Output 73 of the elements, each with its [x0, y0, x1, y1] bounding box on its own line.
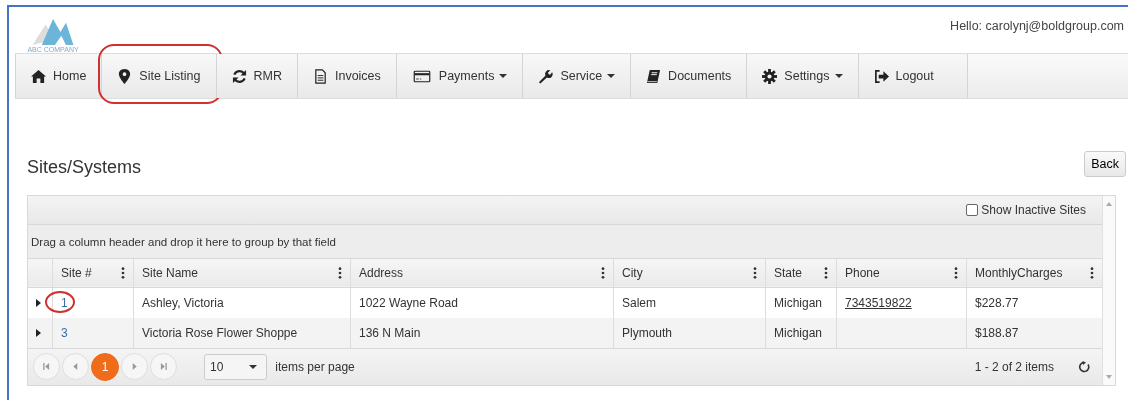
- column-header[interactable]: State: [765, 258, 837, 288]
- table-cell: Michigan: [765, 287, 837, 318]
- table-cell: Victoria Rose Flower Shoppe: [133, 317, 351, 348]
- expand-icon: [36, 298, 41, 307]
- column-menu-icon: [338, 266, 342, 279]
- pager-summary: 1 - 2 of 2 items: [974, 359, 1054, 374]
- map-pin-icon: [117, 68, 133, 84]
- table-cell: Plymouth: [613, 317, 766, 348]
- column-title: Address: [359, 265, 404, 280]
- document-icon: [312, 68, 328, 84]
- credit-card-icon: [411, 68, 432, 84]
- scroll-up-icon: [1106, 202, 1112, 206]
- refresh-icon: [1078, 360, 1090, 373]
- scroll-down-icon: [1106, 375, 1112, 379]
- gear-icon: [762, 68, 778, 84]
- nav-item[interactable]: RMR: [216, 54, 298, 98]
- column-header[interactable]: Site Name: [133, 258, 351, 288]
- table-cell: 136 N Main: [350, 317, 614, 348]
- greeting-text: Hello: carolynj@boldgroup.com: [950, 18, 1124, 35]
- column-header[interactable]: Address: [350, 258, 614, 288]
- column-title: City: [622, 265, 643, 280]
- site-link[interactable]: 3: [61, 325, 68, 340]
- refresh-icon: [231, 68, 247, 84]
- book-icon: [646, 68, 662, 84]
- column-header[interactable]: Phone: [836, 258, 967, 288]
- first-page-icon: [43, 363, 50, 371]
- column-menu-icon: [753, 266, 757, 279]
- previous-page-icon: [72, 363, 79, 371]
- scrollbar[interactable]: [1102, 196, 1115, 385]
- expand-button[interactable]: [28, 317, 53, 348]
- site-link[interactable]: 1: [61, 295, 68, 310]
- table-cell: $188.87: [966, 317, 1102, 348]
- checkbox[interactable]: [966, 204, 979, 217]
- table-cell: 1022 Wayne Road: [350, 287, 614, 318]
- page-size-select[interactable]: 10: [204, 353, 268, 380]
- wrench-icon: [538, 68, 554, 84]
- column-header[interactable]: Site #: [52, 258, 134, 288]
- last-page-button[interactable]: [150, 353, 177, 381]
- column-menu-icon: [121, 266, 125, 279]
- table-cell: Salem: [613, 287, 766, 318]
- expand-icon: [36, 328, 41, 337]
- column-title: State: [774, 265, 803, 280]
- column-title: MonthlyCharges: [975, 265, 1063, 280]
- next-page-button[interactable]: [121, 353, 148, 381]
- column-title: Site #: [61, 265, 92, 280]
- column-header[interactable]: MonthlyCharges: [966, 258, 1102, 288]
- next-page-icon: [131, 363, 138, 371]
- table-cell: Michigan: [765, 317, 837, 348]
- previous-page-button[interactable]: [62, 353, 89, 381]
- nav-item[interactable]: Home: [15, 54, 103, 98]
- column-menu-icon: [954, 266, 958, 279]
- logo-mark: [31, 19, 75, 45]
- first-page-button[interactable]: [33, 353, 60, 381]
- logout-icon: [873, 68, 889, 84]
- column-menu-icon: [824, 266, 828, 279]
- last-page-icon: [160, 363, 167, 371]
- page-size-label: items per page: [275, 359, 355, 374]
- table-cell: $228.77: [966, 287, 1102, 318]
- column-menu-icon: [1090, 266, 1094, 279]
- page-size-value: 10: [210, 359, 224, 374]
- refresh-button[interactable]: [1078, 360, 1090, 373]
- column-header[interactable]: City: [613, 258, 766, 288]
- page-title: Sites/Systems: [27, 156, 142, 179]
- column-title: Site Name: [142, 265, 199, 280]
- caret-icon: [249, 364, 258, 369]
- back-button[interactable]: Back: [1084, 151, 1126, 177]
- expand-button[interactable]: [28, 287, 53, 318]
- phone-link[interactable]: 7343519822: [845, 295, 912, 310]
- home-icon: [31, 68, 46, 84]
- column-title: Phone: [845, 265, 880, 280]
- table-cell: Ashley, Victoria: [133, 287, 351, 318]
- column-menu-icon: [601, 266, 605, 279]
- group-hint: Drag a column header and drop it here to group by that field: [31, 235, 336, 248]
